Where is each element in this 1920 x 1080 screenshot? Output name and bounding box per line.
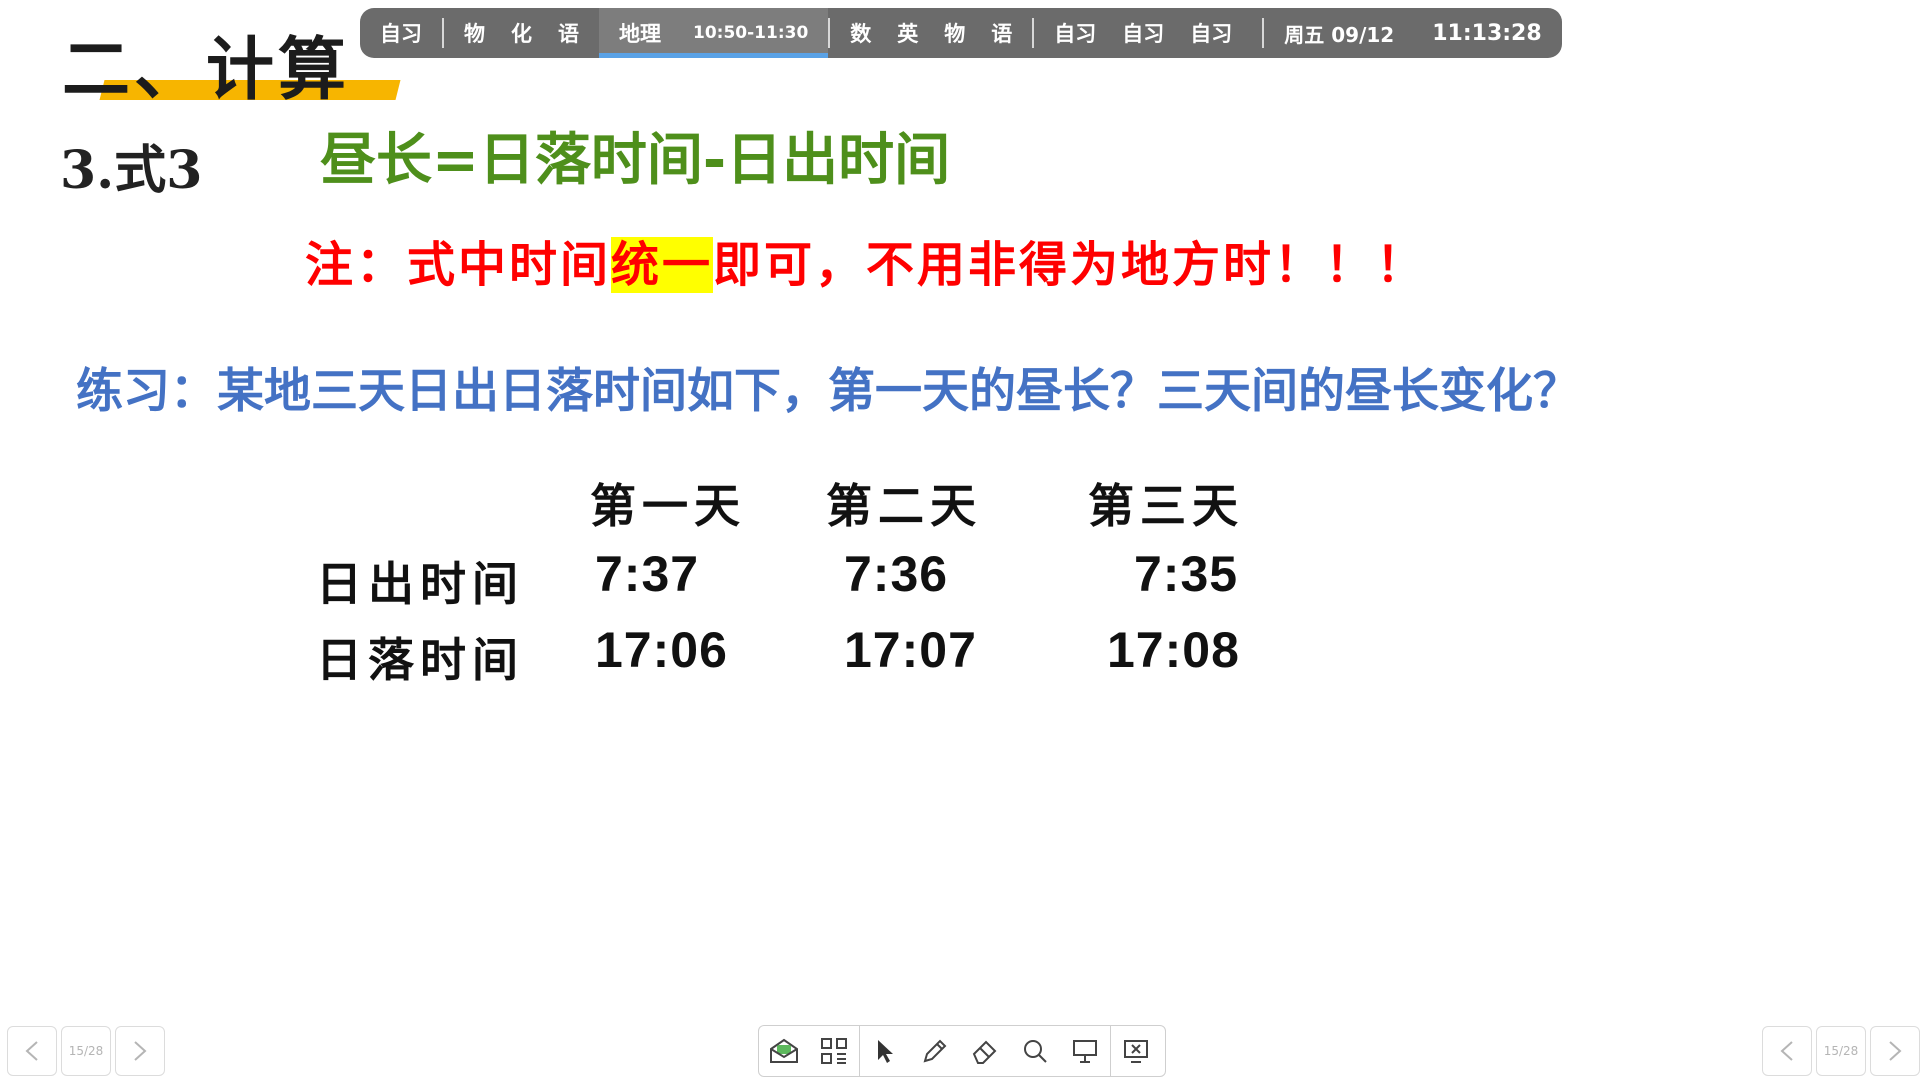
table-cell: 17:08 [1107, 622, 1240, 678]
schedule-item: 物 [464, 22, 485, 46]
exit-slideshow-button[interactable] [1110, 1026, 1161, 1076]
table-cell: 7:37 [595, 546, 700, 602]
eraser-icon [972, 1040, 997, 1064]
current-class-time: 10:50-11:30 [693, 23, 809, 43]
note: 注：式中时间统一即可，不用非得为地方时！！！ [305, 225, 1427, 295]
pen-tool-button[interactable] [910, 1026, 960, 1076]
eraser-tool-button[interactable] [960, 1026, 1010, 1076]
schedule-group-4[interactable]: 自习 自习 自习 [1034, 8, 1252, 58]
next-page-button[interactable] [115, 1026, 165, 1076]
pen-icon [923, 1039, 947, 1063]
chevron-right-icon [134, 1041, 147, 1061]
schedule-item: 语 [558, 22, 579, 46]
schedule-item: 自习 [1190, 22, 1233, 46]
schedule-group-3[interactable]: 数 英 物 语 [830, 8, 1032, 58]
apps-button[interactable] [809, 1026, 859, 1076]
table-header-day2: 第二天 [826, 479, 982, 533]
chevron-left-icon [1780, 1041, 1793, 1061]
table-cell: 17:06 [595, 622, 728, 678]
clock: 11:13:28 [1432, 20, 1542, 46]
prev-page-button[interactable] [1762, 1026, 1812, 1076]
select-tool-button[interactable] [859, 1026, 910, 1076]
schedule-item: 语 [991, 22, 1013, 46]
screen-tool-button[interactable] [1060, 1026, 1110, 1076]
pager-left: 15/28 [7, 1026, 165, 1076]
schedule-item: 自习 [380, 22, 422, 46]
whiteboard-icon [770, 1038, 798, 1063]
screen-icon [1073, 1040, 1097, 1063]
chevron-right-icon [1889, 1041, 1902, 1061]
note-text: 注：式中时间 [305, 237, 612, 293]
page-indicator[interactable]: 15/28 [1816, 1026, 1866, 1076]
annotation-toolbar [758, 1025, 1166, 1077]
table-cell: 17:07 [844, 622, 977, 678]
slide-title: 二、计算 [62, 14, 401, 110]
current-subject: 地理 [619, 22, 661, 46]
whiteboard-button[interactable] [759, 1026, 809, 1076]
chevron-left-icon [25, 1041, 38, 1061]
formula-label: 3.式3 [60, 140, 203, 201]
schedule-item: 物 [944, 22, 966, 46]
note-text: 即可，不用非得为地方时！！！ [713, 237, 1428, 293]
page-indicator[interactable]: 15/28 [61, 1026, 111, 1076]
table-header-day1: 第一天 [590, 479, 746, 533]
table-cell: 7:36 [844, 546, 949, 602]
schedule-item: 英 [897, 22, 919, 46]
day-length-formula: 昼长=日落时间-日出时间 [320, 128, 951, 193]
table-cell: 7:35 [1134, 546, 1239, 602]
note-highlight: 统一 [611, 237, 714, 293]
table-row-label-sunset: 日落时间 [316, 633, 524, 687]
schedule-current-class[interactable]: 地理 10:50-11:30 [599, 8, 829, 58]
class-schedule-bar: 自习 物 化 语 地理 10:50-11:30 数 英 物 语 自习 自习 自习… [360, 8, 1562, 58]
weekday-date: 周五 09/12 [1284, 22, 1395, 47]
exit-icon [1124, 1040, 1148, 1063]
schedule-item: 数 [850, 22, 872, 46]
pager-right: 15/28 [1762, 1026, 1920, 1076]
cursor-icon [878, 1040, 893, 1063]
search-tool-button[interactable] [1010, 1026, 1060, 1076]
table-header-day3: 第三天 [1088, 479, 1244, 533]
next-page-button[interactable] [1870, 1026, 1920, 1076]
schedule-group-1[interactable]: 自习 [360, 8, 442, 58]
table-row-label-sunrise: 日出时间 [316, 557, 524, 611]
grid-icon [821, 1038, 847, 1064]
schedule-item: 自习 [1054, 22, 1097, 46]
search-icon [1024, 1040, 1047, 1063]
date-time-display: 周五 09/12 11:13:28 [1264, 8, 1561, 58]
schedule-item: 自习 [1122, 22, 1165, 46]
exercise-question: 练习：某地三天日出日落时间如下，第一天的昼长？三天间的昼长变化？ [76, 364, 1580, 419]
slide-title-text: 二、计算 [62, 31, 351, 110]
schedule-item: 化 [511, 22, 532, 46]
schedule-group-2[interactable]: 物 化 语 [444, 8, 599, 58]
prev-page-button[interactable] [7, 1026, 57, 1076]
